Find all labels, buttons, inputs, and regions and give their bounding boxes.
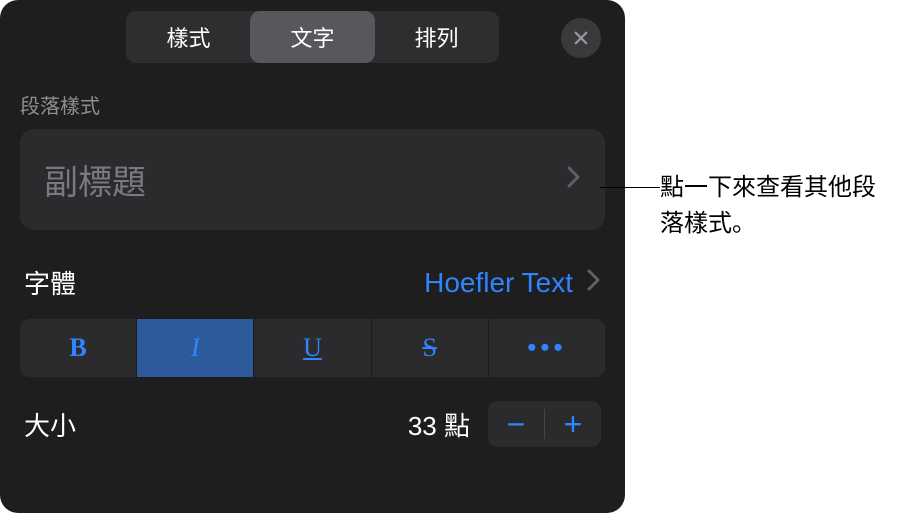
callout-leader-line	[600, 187, 660, 188]
size-increase-button[interactable]: +	[545, 401, 601, 447]
more-options-button[interactable]: •••	[489, 319, 605, 377]
bold-button[interactable]: B	[20, 319, 137, 377]
font-value: Hoefler Text	[424, 267, 573, 299]
font-row: 字體 Hoefler Text	[20, 264, 605, 301]
tab-style[interactable]: 樣式	[126, 11, 250, 63]
size-stepper: − +	[488, 401, 601, 447]
font-picker[interactable]: Hoefler Text	[424, 267, 601, 299]
chevron-right-icon	[587, 269, 601, 296]
tabs-row: 樣式 文字 排列	[20, 10, 605, 64]
text-style-group: B I U S •••	[20, 319, 605, 377]
close-icon	[572, 29, 590, 47]
underline-button[interactable]: U	[254, 319, 371, 377]
size-value: 33 點	[408, 406, 470, 443]
callout-text: 點一下來查看其他段落樣式。	[660, 170, 880, 242]
size-row: 大小 33 點 − +	[20, 401, 605, 447]
paragraph-style-picker[interactable]: 副標題	[20, 129, 605, 230]
tab-arrange[interactable]: 排列	[375, 11, 499, 63]
strikethrough-button[interactable]: S	[372, 319, 489, 377]
tab-text[interactable]: 文字	[250, 11, 374, 63]
size-controls: 33 點 − +	[408, 401, 601, 447]
size-label: 大小	[24, 406, 76, 443]
chevron-right-icon	[567, 166, 581, 193]
paragraph-style-label: 段落樣式	[20, 90, 605, 119]
format-panel: 樣式 文字 排列 段落樣式 副標題 字體 Hoefler Text B I U …	[0, 0, 625, 513]
close-button[interactable]	[561, 18, 601, 58]
tab-bar: 樣式 文字 排列	[126, 11, 498, 63]
size-decrease-button[interactable]: −	[488, 401, 544, 447]
paragraph-style-current: 副標題	[44, 155, 146, 204]
font-label: 字體	[24, 264, 76, 301]
italic-button[interactable]: I	[137, 319, 254, 377]
